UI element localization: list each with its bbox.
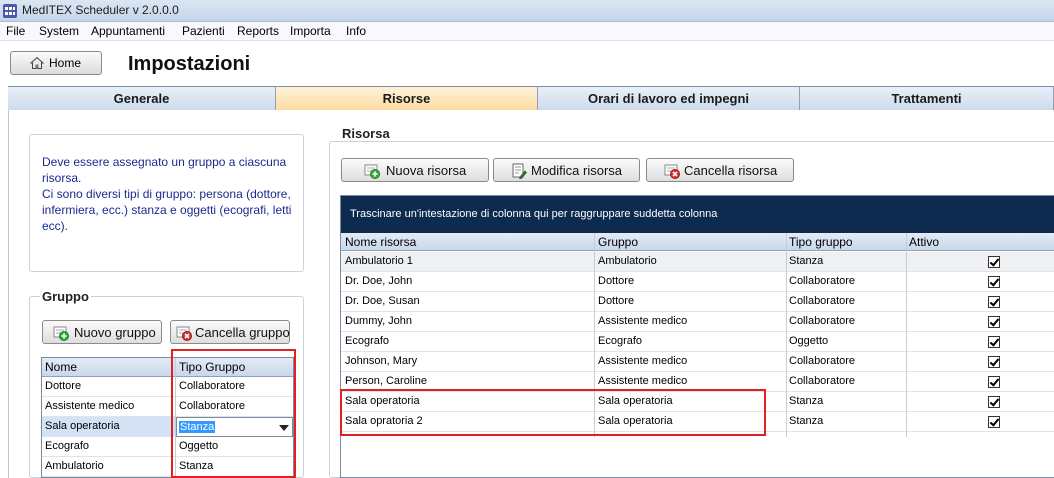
delete-group-label: Cancella gruppo [195,325,290,340]
resource-name-cell: Dr. Doe, Susan [345,295,420,307]
resource-type-cell: Collaboratore [789,275,856,287]
menu-bar: File System Appuntamenti Pazienti Report… [0,22,1054,41]
active-checkbox[interactable] [988,396,1000,408]
page-title: Impostazioni [128,53,251,75]
tab-bar: Generale Risorse Orari di lavoro ed impe… [8,86,1054,111]
active-checkbox[interactable] [988,316,1000,328]
resource-type-cell: Oggetto [789,335,829,347]
menu-info[interactable]: Info [346,24,366,38]
resource-group-cell: Dottore [598,295,635,307]
column-gruppo[interactable]: Gruppo [598,235,638,249]
resource-name-cell: Dr. Doe, John [345,275,413,287]
resource-name-cell: Johnson, Mary [345,355,418,367]
resource-type-cell: Collaboratore [789,355,856,367]
home-icon [30,56,44,69]
resource-group-cell: Assistente medico [598,375,688,387]
tab-generale[interactable]: Generale [8,87,276,111]
app-icon [3,4,17,18]
menu-importa[interactable]: Importa [290,24,331,38]
resource-type-cell: Collaboratore [789,315,856,327]
resource-name-cell: Ambulatorio 1 [345,255,413,267]
delete-icon [664,164,680,179]
menu-pazienti[interactable]: Pazienti [182,24,225,38]
active-checkbox[interactable] [988,296,1000,308]
column-attivo[interactable]: Attivo [909,235,939,249]
active-checkbox[interactable] [988,416,1000,428]
home-button-label: Home [49,56,82,70]
highlight-box-group-type [171,349,296,478]
menu-appuntamenti[interactable]: Appuntamenti [91,24,165,38]
delete-group-button[interactable]: Cancella gruppo [170,320,290,344]
group-name-cell: Assistente medico [45,400,135,412]
title-bar: MedITEX Scheduler v 2.0.0.0 [0,0,1054,22]
column-divider [906,233,907,437]
menu-file[interactable]: File [6,24,25,38]
resource-type-cell: Collaboratore [789,375,856,387]
add-icon [53,326,69,341]
resource-type-cell: Stanza [789,395,824,407]
group-name-cell: Ambulatorio [45,460,104,472]
resource-group-cell: Assistente medico [598,315,688,327]
column-divider [786,233,787,437]
menu-system[interactable]: System [39,24,79,38]
active-checkbox[interactable] [988,276,1000,288]
delete-resource-button[interactable]: Cancella risorsa [646,158,794,182]
resource-group-cell: Ecografo [598,335,643,347]
active-checkbox[interactable] [988,356,1000,368]
table-row[interactable]: Dr. Doe, John Dottore Collaboratore [341,272,1054,292]
group-by-drop-area[interactable]: Trascinare un'intestazione di colonna qu… [341,196,1054,233]
edit-icon [512,163,527,179]
column-nome[interactable]: Nome [45,360,77,374]
resource-type-cell: Collaboratore [789,295,856,307]
tab-risorse[interactable]: Risorse [276,87,538,111]
table-row[interactable]: Ecografo Ecografo Oggetto [341,332,1054,352]
info-text: Deve essere assegnato un gruppo a ciascu… [42,154,292,234]
new-group-label: Nuovo gruppo [74,325,156,340]
resource-name-cell: Person, Caroline [345,375,427,387]
edit-resource-label: Modifica risorsa [531,163,623,178]
delete-resource-label: Cancella risorsa [684,163,778,178]
active-checkbox[interactable] [988,256,1000,268]
column-nome-risorsa[interactable]: Nome risorsa [345,235,416,249]
new-resource-label: Nuova risorsa [386,163,467,178]
column-tipo-gruppo[interactable]: Tipo gruppo [789,235,853,249]
group-name-cell: Sala operatoria [45,420,120,432]
resource-type-cell: Stanza [789,415,824,427]
tab-orari[interactable]: Orari di lavoro ed impegni [538,87,800,111]
home-button[interactable]: Home [10,51,102,75]
edit-resource-button[interactable]: Modifica risorsa [493,158,640,182]
resource-type-cell: Stanza [789,255,824,267]
group-by-hint: Trascinare un'intestazione di colonna qu… [350,208,718,220]
menu-reports[interactable]: Reports [237,24,279,38]
resource-name-cell: Dummy, John [345,315,413,327]
table-row[interactable]: Johnson, Mary Assistente medico Collabor… [341,352,1054,372]
add-icon [364,164,380,179]
resource-name-cell: Ecografo [345,335,390,347]
table-row[interactable]: Dummy, John Assistente medico Collaborat… [341,312,1054,332]
resource-label: Risorsa [340,126,392,141]
resource-group-cell: Ambulatorio [598,255,657,267]
tab-trattamenti[interactable]: Trattamenti [800,87,1054,111]
group-name-cell: Dottore [45,380,82,392]
resource-group-cell: Assistente medico [598,355,688,367]
active-checkbox[interactable] [988,336,1000,348]
group-name-cell: Ecografo [45,440,90,452]
window-title: MedITEX Scheduler v 2.0.0.0 [22,3,179,17]
group-label: Gruppo [40,289,91,304]
info-text-line: Deve essere assegnato un gruppo a ciascu… [42,155,292,233]
table-row[interactable]: Ambulatorio 1 Ambulatorio Stanza [341,252,1054,272]
resource-grid-header: Nome risorsa Gruppo Tipo gruppo Attivo [341,233,1054,251]
active-checkbox[interactable] [988,376,1000,388]
resource-group-cell: Dottore [598,275,635,287]
highlight-box-sala-rows [340,389,766,436]
delete-icon [176,326,192,341]
info-box: Deve essere assegnato un gruppo a ciascu… [29,134,304,272]
new-group-button[interactable]: Nuovo gruppo [42,320,162,344]
table-row[interactable]: Dr. Doe, Susan Dottore Collaboratore [341,292,1054,312]
new-resource-button[interactable]: Nuova risorsa [341,158,489,182]
